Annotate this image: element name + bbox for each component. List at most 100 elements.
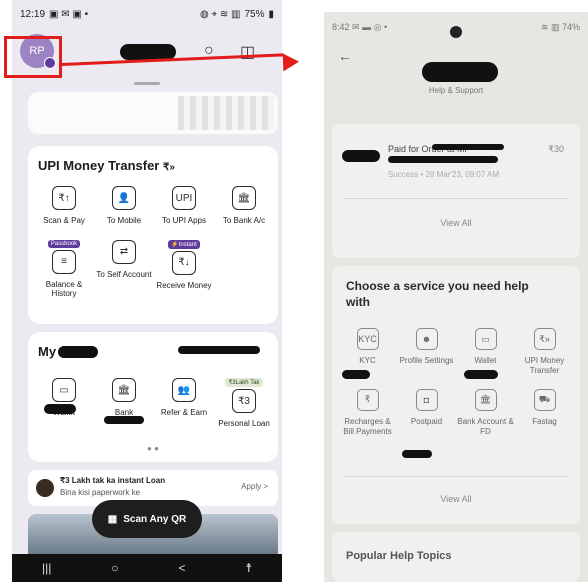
item-label: Fastag [532, 416, 557, 426]
home-button[interactable]: ○ [111, 561, 118, 575]
item-label: Scan & Pay [43, 216, 85, 225]
choose-service-title: Choose a service you need help with [346, 279, 529, 310]
service-item[interactable]: ₹ Recharges & Bill Payments [338, 388, 397, 438]
loan-logo [36, 479, 54, 497]
service-item[interactable]: ₹3Lakh Tak ₹3 Personal Loan [214, 378, 274, 429]
service-item[interactable]: 🏛 To Bank A/c [214, 186, 274, 226]
upi-title-text: UPI Money Transfer [38, 158, 160, 173]
service-item[interactable]: 🏛 Bank Account & FD [456, 388, 515, 438]
item-label: Bank Account & FD [457, 416, 514, 437]
system-nav-bar: ||| ○ < ☨ [12, 554, 282, 582]
upi-title-logo: ₹» [163, 162, 175, 173]
divider [344, 476, 568, 477]
order-amount: ₹30 [548, 144, 564, 154]
postpaid-icon: ◘ [415, 388, 438, 411]
scan-qr-button[interactable]: ▦ Scan Any QR [92, 500, 202, 538]
recharge-icon: ₹ [356, 388, 379, 411]
notification-icons: ▣ ✉ ▣ • [49, 8, 89, 20]
service-item[interactable]: ⇄ To Self Account [94, 239, 154, 299]
profile-settings-icon: ☻ [415, 328, 438, 350]
front-camera [450, 26, 462, 38]
left-phone-screenshot: 12:19 ▣ ✉ ▣ • ◍ ⌖ ≋ ▥ 75% ▮ RP ○ ◫ UPI Mone… [12, 0, 282, 582]
popular-help-title: Popular Help Topics [346, 550, 452, 562]
service-item[interactable]: ☻ Profile Settings [397, 328, 456, 377]
redacted-merchant-name [432, 144, 504, 150]
item-label: Profile Settings [399, 356, 454, 365]
loan-amount: ₹3 Lakh [60, 476, 91, 485]
item-badge: ⚡Instant [168, 239, 200, 249]
scan-qr-label: Scan Any QR [123, 513, 187, 525]
item-label: To Mobile [106, 216, 142, 225]
battery-level: 74% [561, 21, 580, 32]
choose-service-card: Choose a service you need help with KYC K… [332, 266, 580, 524]
redacted-wallet-prefix [464, 370, 498, 379]
battery-icon: ▮ [268, 8, 274, 20]
service-item[interactable]: ⚡Instant ₹↓ Receive Money [154, 239, 214, 299]
item-badge: ₹3Lakh Tak [225, 378, 263, 387]
item-label: KYC [359, 356, 376, 365]
service-item[interactable]: ◘ Postpaid [397, 388, 456, 438]
item-label: Postpaid [410, 416, 443, 426]
redacted-wallet [44, 404, 76, 414]
notification-icons: ✉ ▬ ◎ • [352, 21, 388, 32]
loan-line2: Bina kisi paperwork ke [60, 488, 141, 497]
service-item[interactable]: ₹» UPI Money Transfer [515, 328, 574, 377]
message-icon[interactable]: ◫ [240, 42, 255, 62]
service-item[interactable]: ₹↑ Scan & Pay [34, 186, 94, 226]
item-label: To UPI Apps [161, 216, 207, 225]
pager-dots: ● ● [147, 444, 159, 453]
divider [344, 198, 568, 199]
redacted-order-detail [388, 156, 498, 163]
upi-apps-icon: UPI [172, 186, 196, 210]
item-label: To Self Account [96, 269, 152, 279]
redacted-title [58, 346, 98, 358]
receive-money-icon: ₹↓ [172, 250, 196, 275]
redacted-bank-name [104, 416, 144, 424]
back-button[interactable]: < [178, 561, 185, 575]
recents-button[interactable]: ||| [42, 561, 51, 575]
service-item[interactable]: 👥 Refer & Earn [154, 378, 214, 429]
passbook-icon: ≡ [52, 249, 76, 274]
loan-line1: ₹3 Lakh tak ka instant Loan [60, 476, 165, 485]
sheet-handle[interactable] [134, 82, 160, 85]
bank-icon: 🏛 [112, 378, 136, 402]
accessibility-button[interactable]: ☨ [245, 561, 252, 575]
upi-transfer-icon: ₹» [533, 328, 556, 350]
item-label: UPI Money Transfer [524, 356, 565, 376]
upi-actions-grid: ₹↑ Scan & Pay 👤 To Mobile UPI To UPI Apps 🏛 To … [34, 186, 274, 299]
status-time: 8:42 [332, 21, 350, 32]
status-time: 12:19 [20, 8, 46, 20]
service-item[interactable]: ⛟ Fastag [515, 388, 574, 438]
popular-help-card: Popular Help Topics [332, 532, 580, 582]
kyc-icon: KYC [356, 328, 379, 350]
bank-icon: 🏛 [474, 388, 497, 411]
banner-image [178, 96, 274, 130]
promo-banner[interactable] [28, 92, 278, 134]
recent-order-card: Paid for Order at Mr ₹30 Success • 28 Ma… [332, 124, 580, 258]
service-item[interactable]: UPI To UPI Apps [154, 186, 214, 226]
item-label: Wallet [474, 356, 497, 365]
page-subtitle: Help & Support [428, 86, 484, 95]
signal-icons: ◍ ⌖ ≋ ▥ [199, 8, 241, 20]
item-label: To Bank A/c [222, 216, 266, 225]
battery-level: 75% [244, 8, 265, 20]
qr-icon: ▦ [107, 513, 118, 525]
view-all-orders-link[interactable]: View All [332, 218, 580, 228]
bank-icon: 🏛 [232, 186, 256, 210]
back-arrow-icon[interactable]: ← [338, 48, 352, 64]
loan-icon: ₹3 [232, 389, 256, 413]
self-transfer-icon: ⇄ [112, 239, 136, 264]
loan-tagline: tak ka instant Loan [90, 476, 166, 485]
item-label: Personal Loan [218, 419, 270, 428]
item-label: Receive Money [156, 280, 212, 290]
apply-link[interactable]: Apply > [241, 482, 268, 491]
service-item[interactable]: 👤 To Mobile [94, 186, 154, 226]
item-label: Recharges & Bill Payments [343, 416, 392, 437]
item-label: Balance & History [45, 279, 83, 299]
wallet-icon: ▭ [474, 328, 497, 350]
upi-money-transfer-card: UPI Money Transfer ₹» ₹↑ Scan & Pay 👤 To Mo… [28, 146, 278, 324]
status-bar: 12:19 ▣ ✉ ▣ • ◍ ⌖ ≋ ▥ 75% ▮ [12, 0, 282, 28]
my-services-card: My ▭Wallet🏛Bank👥Refer & Earn₹3Lakh Tak₹3… [28, 332, 278, 462]
view-all-services-link[interactable]: View All [332, 494, 580, 504]
service-item[interactable]: Passbook ≡ Balance & History [34, 239, 94, 299]
